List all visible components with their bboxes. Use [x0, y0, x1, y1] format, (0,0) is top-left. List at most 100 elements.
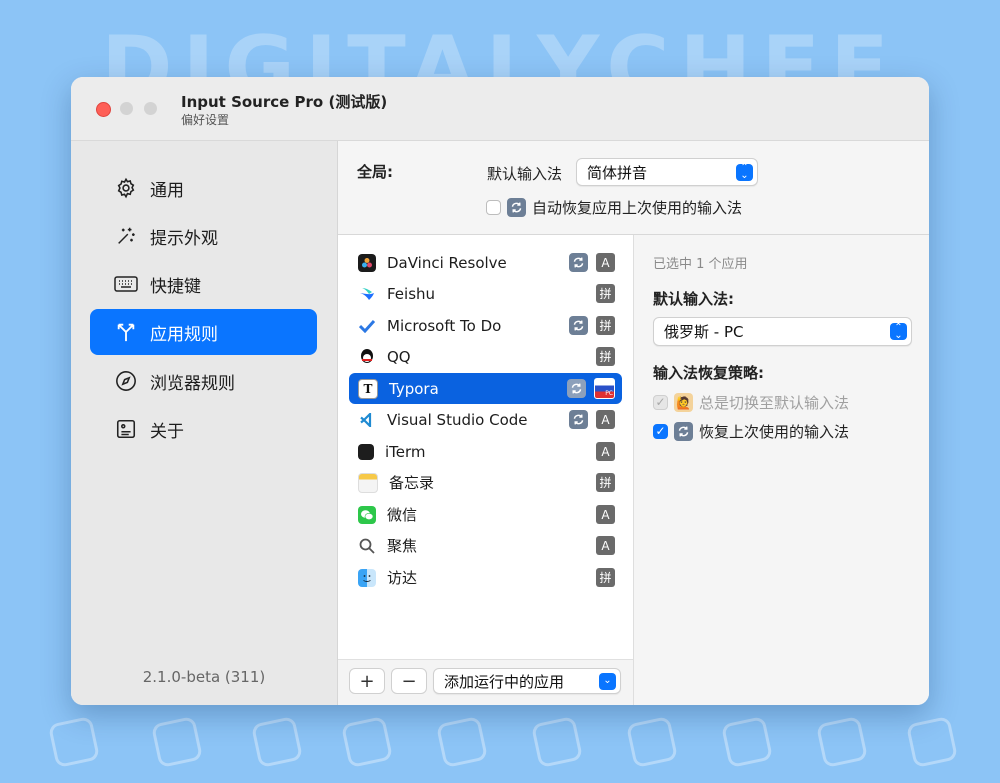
decor-icon [625, 715, 679, 769]
restore-icon [507, 198, 526, 217]
list-item[interactable]: Visual Studio Code A [349, 404, 622, 435]
keyboard-icon [114, 272, 138, 296]
sidebar-item-app-rules[interactable]: 应用规则 [90, 309, 317, 355]
app-name: 备忘录 [389, 474, 435, 492]
sidebar-item-general[interactable]: 通用 [90, 165, 317, 211]
restore-icon [569, 316, 588, 335]
restore-icon [674, 422, 693, 441]
ime-badge: 拼 [596, 568, 615, 587]
app-default-ime-value: 俄罗斯 - PC [664, 323, 744, 341]
app-name: Microsoft To Do [387, 316, 502, 335]
remove-app-button[interactable]: − [391, 668, 427, 694]
russian-flag-icon: PC [594, 378, 615, 399]
sparkles-icon [114, 224, 138, 248]
sidebar-item-shortcuts[interactable]: 快捷键 [90, 261, 317, 307]
preferences-window: Input Source Pro (测试版) 偏好设置 通用 提示外观 快捷键 [71, 77, 929, 705]
sidebar-item-label: 应用规则 [150, 324, 218, 345]
window-subtitle: 偏好设置 [181, 113, 230, 127]
ime-badge: 拼 [596, 473, 615, 492]
thinking-face-icon: 🙋 [674, 393, 693, 412]
decor-icon [720, 715, 774, 769]
decor-icon [815, 715, 869, 769]
version-label: 2.1.0-beta (311) [142, 668, 266, 686]
auto-restore-checkbox[interactable] [486, 200, 501, 215]
global-label: 全局: [357, 163, 393, 181]
chevron-updown-icon: ⌃ ⌄ [736, 163, 753, 181]
app-name: Feishu [387, 284, 436, 303]
default-ime-heading: 默认输入法: [653, 290, 734, 308]
ime-badge: A [596, 410, 615, 429]
typora-icon: T [358, 378, 378, 399]
ime-badge: 拼 [596, 284, 615, 303]
notes-icon [358, 472, 378, 493]
add-running-app-label: 添加运行中的应用 [444, 672, 565, 691]
list-item[interactable]: iTerm A [349, 436, 622, 467]
list-item-selected[interactable]: T Typora PC [349, 373, 622, 404]
list-item[interactable]: 微信 A [349, 499, 622, 530]
add-app-button[interactable]: + [349, 668, 385, 694]
zoom-button[interactable] [144, 102, 157, 115]
decor-icon [530, 715, 584, 769]
iterm-icon [358, 443, 374, 460]
sidebar: 通用 提示外观 快捷键 应用规则 浏览器规则 关于 2.1.0-beta (31… [71, 141, 338, 705]
list-item[interactable]: Feishu 拼 [349, 278, 622, 309]
default-ime-select[interactable]: 简体拼音 ⌃ ⌄ [576, 158, 758, 186]
global-settings: 全局: 默认输入法 简体拼音 ⌃ ⌄ 自动恢复应用上次使用的输入法 [338, 141, 929, 235]
restore-last-label: 恢复上次使用的输入法 [699, 423, 850, 441]
selection-count: 已选中 1 个应用 [653, 257, 748, 272]
sidebar-item-appearance[interactable]: 提示外观 [90, 213, 317, 259]
ime-badge: 拼 [596, 316, 615, 335]
restore-icon [569, 410, 588, 429]
restore-last-option[interactable]: ✓ 恢复上次使用的输入法 [653, 421, 849, 442]
ime-badge: A [596, 253, 615, 272]
title-bar: Input Source Pro (测试版) 偏好设置 [71, 77, 929, 141]
restore-strategy-heading: 输入法恢复策略: [653, 364, 764, 382]
todo-icon [358, 317, 376, 335]
sidebar-item-label: 提示外观 [150, 228, 218, 249]
list-item[interactable]: DaVinci Resolve A [349, 247, 622, 278]
list-item[interactable]: 聚焦 A [349, 530, 622, 561]
app-name: DaVinci Resolve [387, 253, 507, 272]
branch-icon [114, 320, 138, 344]
list-item[interactable]: QQ 拼 [349, 341, 622, 372]
sidebar-item-browser-rules[interactable]: 浏览器规则 [90, 358, 317, 404]
davinci-icon [358, 253, 376, 272]
sidebar-item-label: 浏览器规则 [150, 373, 235, 394]
minimize-button[interactable] [120, 102, 133, 115]
always-default-label: 总是切换至默认输入法 [699, 394, 850, 412]
info-card-icon [114, 417, 138, 441]
app-list: DaVinci Resolve A Feishu 拼 Microsoft To … [338, 235, 634, 705]
add-running-app-select[interactable]: 添加运行中的应用 ⌄ [433, 668, 621, 694]
decor-icon [435, 715, 489, 769]
restore-icon [569, 253, 588, 272]
chevron-down-icon: ⌄ [599, 672, 616, 690]
ime-badge: A [596, 536, 615, 555]
auto-restore-label: 自动恢复应用上次使用的输入法 [532, 199, 743, 217]
decor-icon [47, 715, 101, 769]
finder-icon [358, 568, 376, 587]
qq-icon [358, 348, 376, 366]
vscode-icon [358, 411, 376, 429]
list-item[interactable]: 备忘录 拼 [349, 467, 622, 498]
always-default-option: ✓ 🙋 总是切换至默认输入法 [653, 392, 849, 413]
ime-badge-text: PC [605, 390, 613, 397]
app-default-ime-select[interactable]: 俄罗斯 - PC ⌃ ⌄ [653, 317, 912, 346]
app-name: 微信 [387, 506, 418, 524]
app-name: Typora [389, 379, 439, 398]
decor-icon [150, 715, 204, 769]
spotlight-icon [358, 537, 376, 555]
wechat-icon [358, 505, 376, 524]
feishu-icon [358, 285, 376, 303]
list-toolbar: + − 添加运行中的应用 ⌄ [338, 659, 633, 705]
list-item[interactable]: Microsoft To Do 拼 [349, 310, 622, 341]
background-decoration [0, 700, 1000, 780]
sidebar-item-label: 通用 [150, 180, 184, 201]
sidebar-item-about[interactable]: 关于 [90, 406, 317, 452]
app-name: 访达 [387, 569, 418, 587]
restore-last-checkbox[interactable]: ✓ [653, 424, 668, 439]
auto-restore-row: 自动恢复应用上次使用的输入法 [486, 197, 742, 218]
decor-icon [340, 715, 394, 769]
list-item[interactable]: 访达 拼 [349, 562, 622, 593]
ime-badge: 拼 [596, 347, 615, 366]
close-button[interactable] [96, 102, 111, 117]
